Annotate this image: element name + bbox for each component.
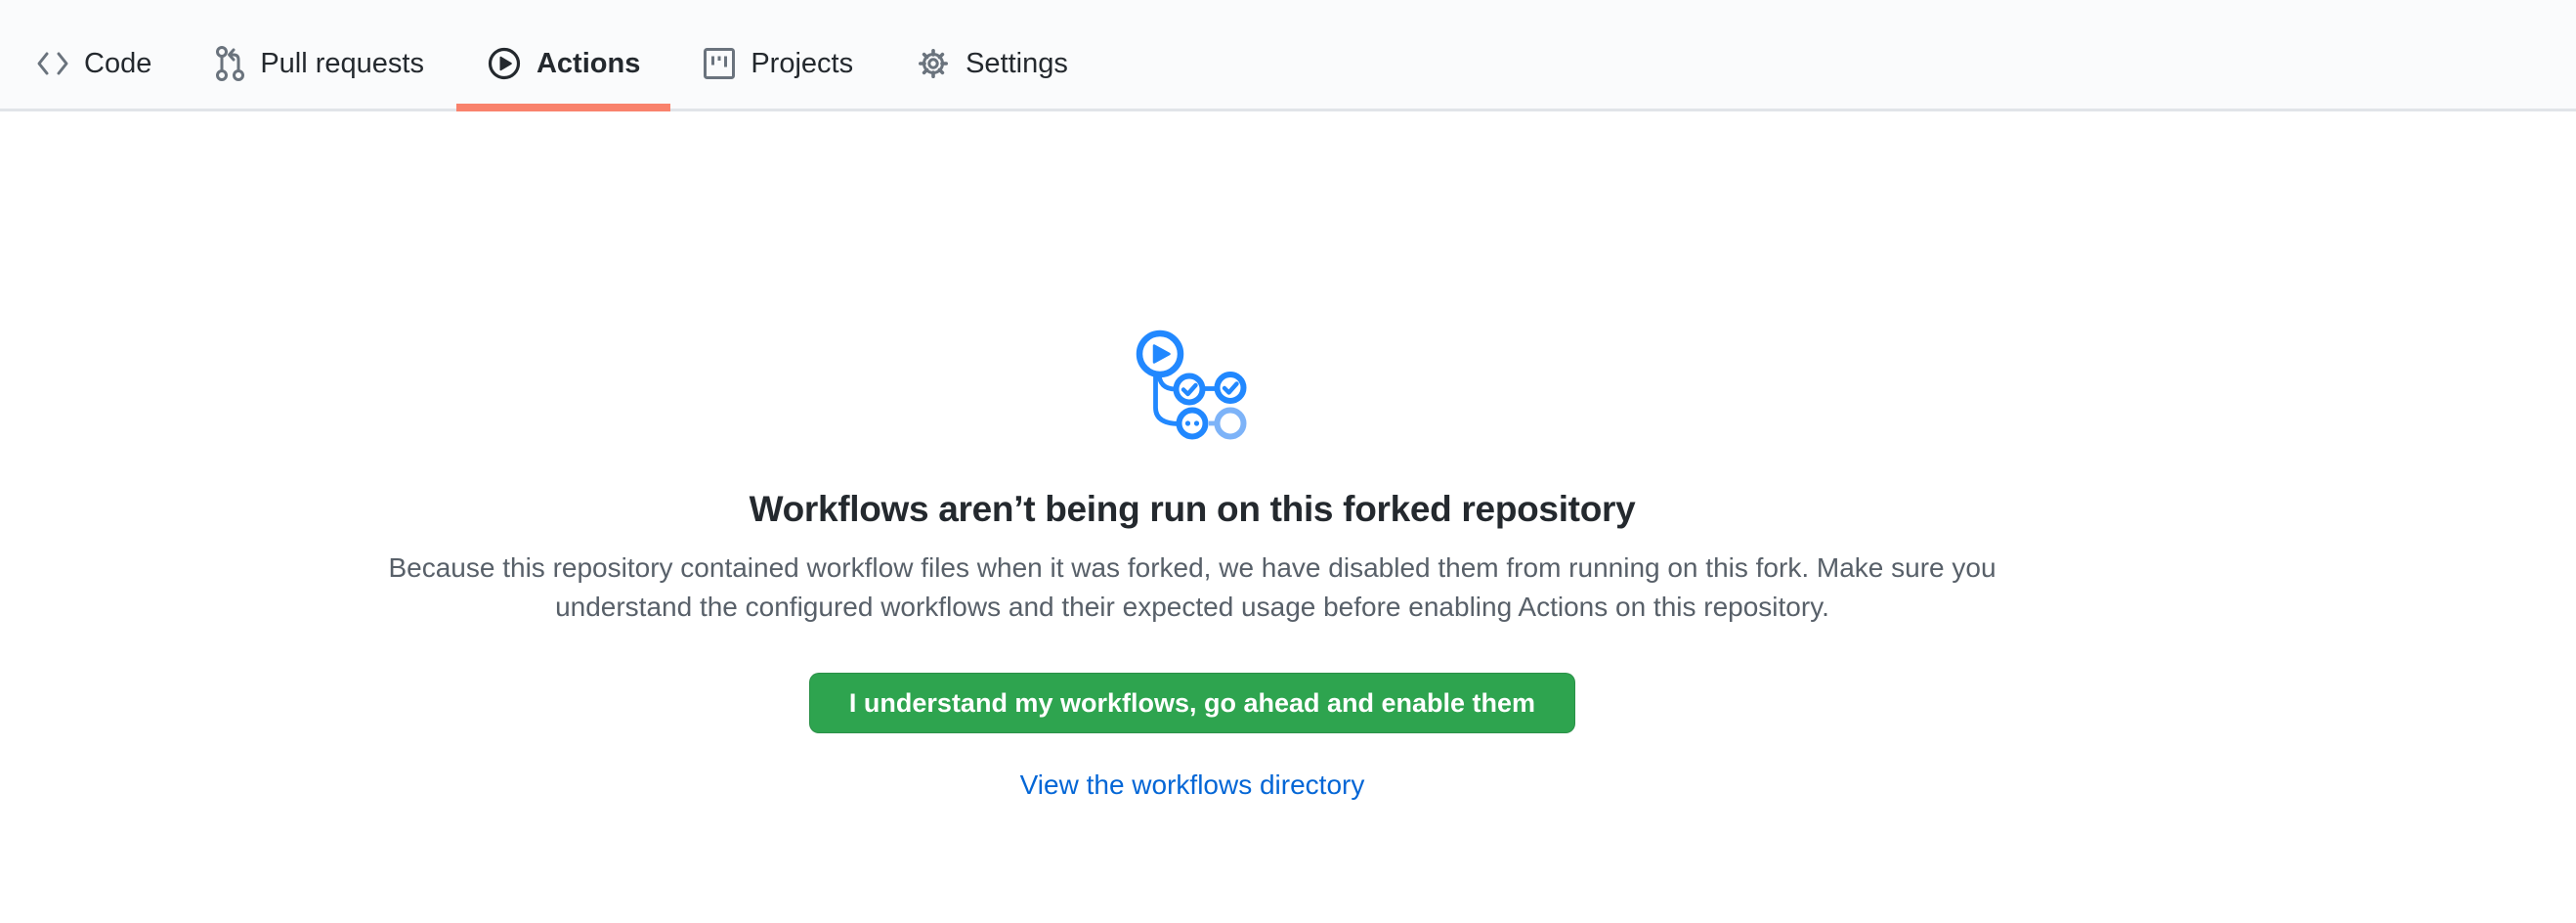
- page-title: Workflows aren’t being run on this forke…: [750, 486, 1636, 533]
- gear-icon: [916, 46, 951, 81]
- actions-disabled-blankslate: Workflows aren’t being run on this forke…: [0, 111, 2384, 802]
- tab-projects[interactable]: Projects: [672, 0, 883, 111]
- git-pull-request-icon: [214, 44, 245, 83]
- tab-code[interactable]: Code: [6, 0, 182, 111]
- blankslate-description: Because this repository contained workfl…: [371, 549, 2013, 627]
- tab-settings[interactable]: Settings: [885, 0, 1098, 111]
- tab-label: Code: [84, 50, 151, 78]
- tab-label: Pull requests: [260, 50, 424, 78]
- code-icon: [36, 51, 69, 76]
- play-circle-icon: [487, 46, 522, 81]
- repo-tab-bar: Code Pull requests Actions: [0, 0, 2576, 111]
- tab-label: Settings: [966, 50, 1068, 78]
- tab-pull-requests[interactable]: Pull requests: [184, 0, 454, 111]
- enable-workflows-button[interactable]: I understand my workflows, go ahead and …: [809, 673, 1575, 733]
- tab-label: Projects: [751, 50, 853, 78]
- tab-actions[interactable]: Actions: [456, 0, 670, 111]
- project-board-icon: [703, 47, 736, 80]
- workflow-graph-icon: [1136, 330, 1249, 441]
- main-content: Workflows aren’t being run on this forke…: [0, 111, 2384, 802]
- view-workflows-directory-link[interactable]: View the workflows directory: [1020, 769, 1365, 802]
- tab-label: Actions: [537, 50, 640, 78]
